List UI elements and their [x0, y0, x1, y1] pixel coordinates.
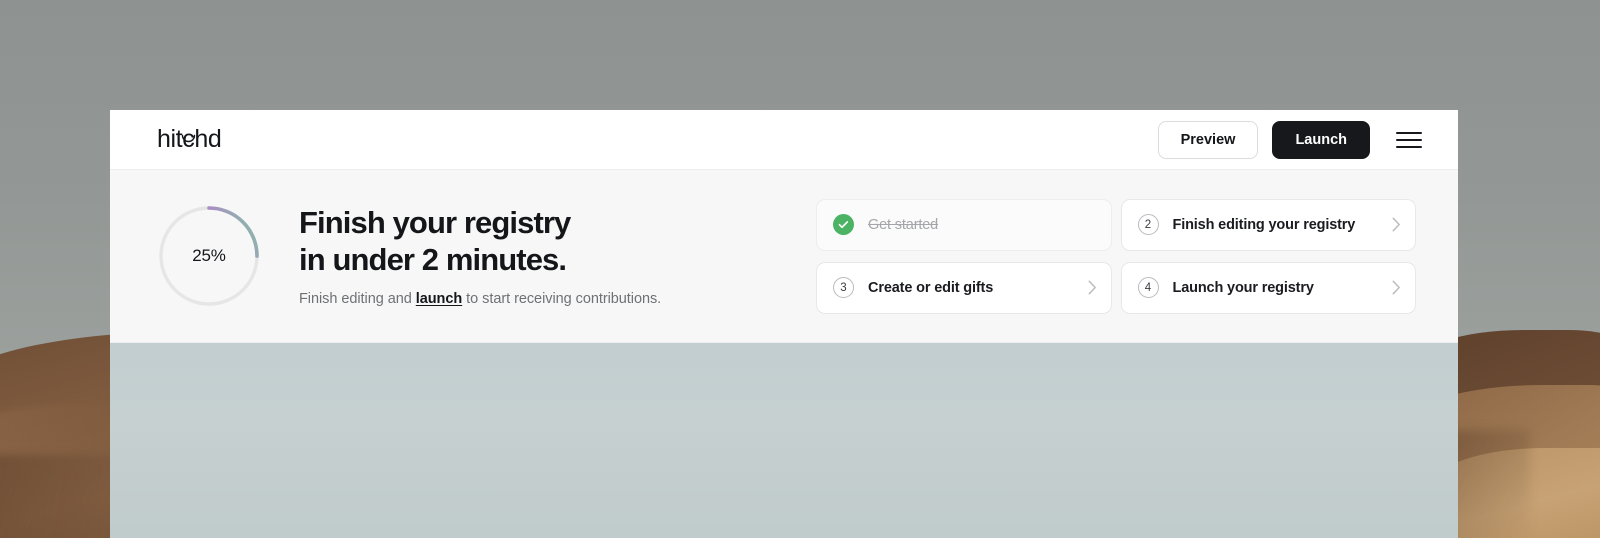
- banner-subtitle-after: to start receiving contributions.: [462, 290, 662, 307]
- step-label: Finish editing your registry: [1172, 216, 1356, 233]
- onboarding-steps-grid: Get started 2 Finish editing your regist…: [816, 198, 1416, 314]
- step-label: Get started: [868, 216, 939, 233]
- banner-subtitle: Finish editing and launch to start recei…: [299, 291, 759, 307]
- step-card-create-gifts[interactable]: 3 Create or edit gifts: [816, 261, 1112, 314]
- step-number-badge: 4: [1137, 277, 1159, 298]
- banner-copy: Finish your registry in under 2 minutes.…: [299, 205, 759, 307]
- step-label: Create or edit gifts: [868, 279, 994, 296]
- hamburger-line-1: [1396, 131, 1422, 134]
- brand-logo-part-after: hd: [194, 125, 222, 153]
- step-card-get-started: Get started: [816, 198, 1112, 251]
- progress-ring: 25%: [157, 204, 261, 308]
- progress-percent-label: 25%: [192, 246, 226, 265]
- brand-logo-part-before: hit: [157, 125, 183, 153]
- preview-button[interactable]: Preview: [1157, 120, 1259, 159]
- launch-button[interactable]: Launch: [1272, 120, 1370, 159]
- app-header: hit c hd Preview Launch: [110, 110, 1458, 170]
- check-circle-icon: [833, 214, 854, 235]
- hamburger-menu-icon[interactable]: [1396, 124, 1428, 156]
- chevron-right-icon: [1392, 280, 1401, 295]
- chevron-right-icon: [1088, 280, 1097, 295]
- onboarding-banner: 25% Finish your registry in under 2 minu…: [110, 170, 1458, 343]
- launch-inline-link[interactable]: launch: [416, 291, 462, 307]
- step-number-badge: 3: [833, 277, 854, 298]
- step-label: Launch your registry: [1172, 279, 1314, 296]
- step-card-finish-editing[interactable]: 2 Finish editing your registry: [1120, 198, 1416, 251]
- banner-subtitle-before: Finish editing and: [299, 290, 416, 307]
- brand-logo-smile-c: c: [182, 125, 196, 154]
- hamburger-line-2: [1396, 138, 1422, 141]
- registry-preview-area: [110, 343, 1458, 538]
- app-window: hit c hd Preview Launch 25% Finish your …: [110, 110, 1458, 538]
- hamburger-line-3: [1396, 145, 1422, 148]
- chevron-right-icon: [1392, 217, 1401, 232]
- header-actions: Preview Launch: [1157, 120, 1428, 159]
- banner-title: Finish your registry in under 2 minutes.: [299, 205, 571, 277]
- step-number-badge: 2: [1137, 214, 1159, 235]
- step-card-launch-registry[interactable]: 4 Launch your registry: [1120, 261, 1416, 314]
- brand-logo[interactable]: hit c hd: [157, 125, 222, 154]
